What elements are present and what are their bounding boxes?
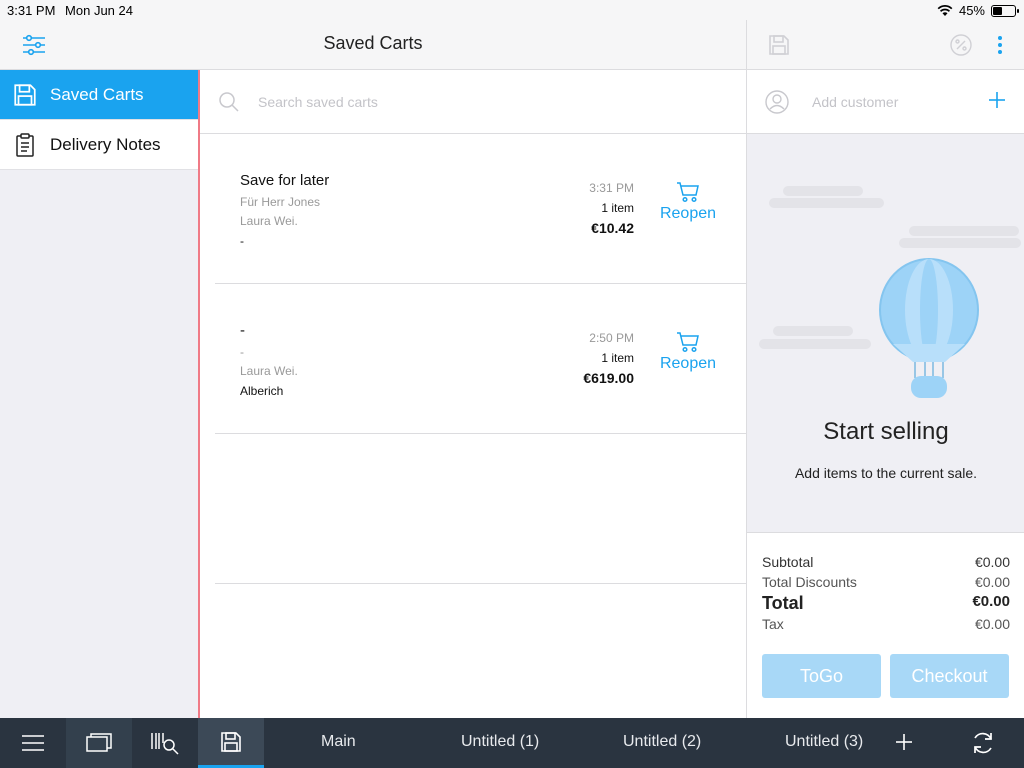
wifi-icon [937,4,953,16]
cloud-decoration [769,198,884,208]
reopen-label: Reopen [659,205,717,222]
main-header: Saved Carts [0,20,746,70]
hamburger-menu-icon [22,735,44,751]
tab-main[interactable]: Main [321,733,356,751]
sale-header [746,20,1024,70]
cart-total: €10.42 [591,220,634,236]
hot-air-balloon-icon [879,258,979,398]
battery-icon [991,4,1019,17]
saved-carts-list: Save for later Für Herr Jones Laura Wei.… [215,134,746,584]
products-view-button[interactable] [66,718,132,768]
reopen-button[interactable]: Reopen [655,181,721,223]
search-icon [219,92,239,112]
save-cart-button[interactable] [767,33,791,62]
more-options-button[interactable] [995,33,1005,62]
status-date: Mon Jun 24 [65,3,133,18]
saved-carts-tab-button[interactable] [198,718,264,768]
cart-user: Laura Wei. [240,214,298,228]
sidebar-item-delivery-notes[interactable]: Delivery Notes [0,120,198,170]
sidebar-item-label: Saved Carts [50,84,144,104]
cart-user: Laura Wei. [240,364,298,378]
total-row: Total €0.00 [762,593,1010,614]
subtotal-label: Subtotal [762,554,814,570]
sidebar-item-saved-carts[interactable]: Saved Carts [0,70,198,120]
more-vertical-icon [998,36,1002,54]
floppy-disk-icon [221,731,241,752]
cloud-decoration [773,326,853,336]
empty-sale-panel: Start selling Add items to the current s… [746,134,1024,533]
list-item[interactable]: - - Laura Wei. Alberich 2:50 PM 1 item €… [215,284,746,434]
totals-panel: Subtotal €0.00 Total Discounts €0.00 Tot… [746,533,1024,718]
cart-note: Für Herr Jones [240,195,321,209]
floppy-disk-icon [769,35,789,55]
empty-list-row [215,434,746,584]
shopping-cart-icon [677,182,699,203]
total-value: €0.00 [972,593,1010,610]
cart-name: - [240,322,245,339]
add-tab-icon[interactable] [893,731,915,753]
screens-icon [86,733,112,752]
cart-name: Save for later [240,172,330,189]
sidebar-item-label: Delivery Notes [50,134,161,154]
cart-time: 2:50 PM [589,331,634,345]
customer-row[interactable]: Add customer [746,70,1024,134]
plus-icon[interactable] [988,91,1006,109]
battery-percent: 45% [958,3,985,18]
cart-item-count: 1 item [601,201,634,215]
tax-label: Tax [762,616,784,632]
page-title: Saved Carts [323,33,423,53]
cart-customer: - [240,234,244,248]
discounts-label: Total Discounts [762,574,857,590]
discounts-value: €0.00 [974,574,1010,590]
menu-button[interactable] [0,718,66,768]
list-item[interactable]: Save for later Für Herr Jones Laura Wei.… [215,134,746,284]
percent-icon [950,34,972,56]
cloud-decoration [783,186,863,196]
shopping-cart-icon [677,332,699,353]
barcode-search-icon [151,733,179,755]
search-bar [200,70,746,134]
cart-time: 3:31 PM [589,181,634,195]
empty-state-title: Start selling [823,418,949,445]
tab-untitled-3[interactable]: Untitled (3) [785,733,865,751]
sync-icon[interactable] [970,730,996,756]
togo-button[interactable]: ToGo [762,654,881,698]
floppy-disk-icon [0,82,50,108]
checkout-button[interactable]: Checkout [890,654,1009,698]
reopen-label: Reopen [659,355,717,372]
reopen-button[interactable]: Reopen [655,331,721,373]
cart-customer: Alberich [240,384,284,398]
subtotal-value: €0.00 [974,554,1010,570]
add-customer-label: Add customer [812,94,899,110]
bottom-toolbar: Main Untitled (1) Untitled (2) Untitled … [0,718,1024,768]
tab-untitled-1[interactable]: Untitled (1) [461,733,539,751]
empty-state-subtitle: Add items to the current sale. [794,465,978,481]
subtotal-row: Subtotal €0.00 [762,554,1010,570]
cart-note: - [240,345,244,359]
discounts-row: Total Discounts €0.00 [762,574,1010,590]
tax-row: Tax €0.00 [762,616,1010,632]
status-bar: 3:31 PM Mon Jun 24 45% [0,0,1024,20]
customer-avatar-icon [765,90,789,114]
search-input[interactable] [258,88,718,116]
sidebar: Saved Carts Delivery Notes [0,70,200,718]
status-time: 3:31 PM [7,3,56,18]
total-label: Total [762,593,804,613]
cloud-decoration [909,226,1019,236]
cart-total: €619.00 [583,370,634,386]
cloud-decoration [899,238,1021,248]
clipboard-icon [0,132,50,157]
barcode-search-button[interactable] [132,718,198,768]
cloud-decoration [759,339,871,349]
cart-item-count: 1 item [601,351,634,365]
discount-button[interactable] [949,33,973,62]
tax-value: €0.00 [974,616,1010,632]
tab-untitled-2[interactable]: Untitled (2) [623,733,701,751]
